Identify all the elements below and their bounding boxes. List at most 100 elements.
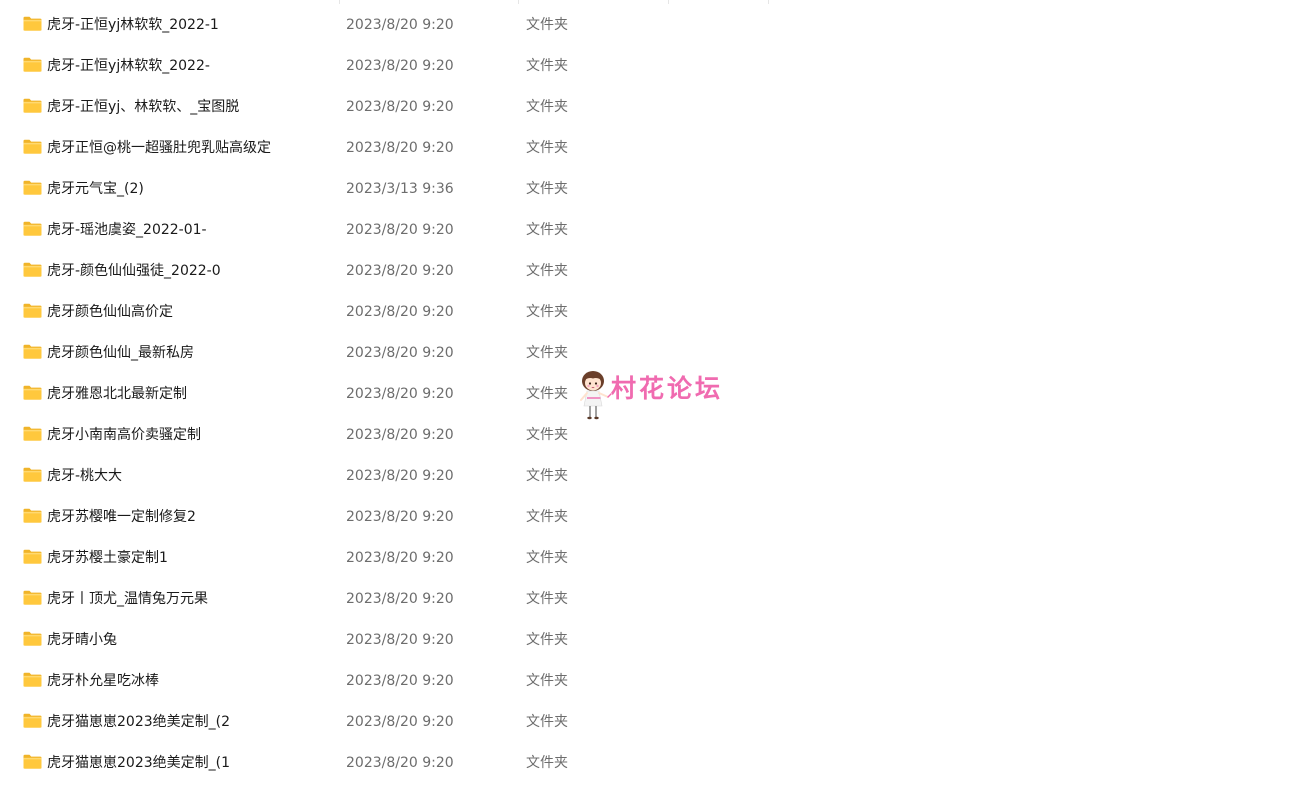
file-name: 虎牙猫崽崽2023绝美定制_(2 <box>47 714 230 730</box>
file-name: 虎牙猫崽崽2023绝美定制_(1 <box>47 755 230 771</box>
file-type: 文件夹 <box>526 468 568 484</box>
file-row[interactable]: 虎牙-桃大大 2023/8/20 9:20 文件夹 <box>0 456 1309 497</box>
file-name: 虎牙-正恒yj、林软软、_宝图脱 <box>47 99 240 115</box>
file-name: 虎牙-正恒yj林软软_2022-1 <box>47 17 219 33</box>
file-name: 虎牙-颜色仙仙强徒_2022-0 <box>47 263 221 279</box>
file-row[interactable]: 虎牙-正恒yj林软软_2022- 2023/8/20 9:20 文件夹 <box>0 46 1309 87</box>
file-row[interactable]: 虎牙颜色仙仙_最新私房 2023/8/20 9:20 文件夹 <box>0 333 1309 374</box>
file-row[interactable]: 虎牙猫崽崽2023绝美定制_(2 2023/8/20 9:20 文件夹 <box>0 702 1309 743</box>
watermark-text: 村花论坛 <box>611 374 724 403</box>
folder-icon <box>23 426 42 441</box>
file-name: 虎牙-瑶池虞姿_2022-01- <box>47 222 207 238</box>
file-name: 虎牙朴允星吃冰棒 <box>47 673 159 689</box>
file-type: 文件夹 <box>526 17 568 33</box>
file-modified-date: 2023/8/20 9:20 <box>346 509 454 525</box>
file-modified-date: 2023/8/20 9:20 <box>346 427 454 443</box>
file-modified-date: 2023/8/20 9:20 <box>346 17 454 33</box>
folder-icon <box>23 508 42 523</box>
folder-icon <box>23 344 42 359</box>
file-name: 虎牙-正恒yj林软软_2022- <box>47 58 210 74</box>
file-name: 虎牙丨顶尤_温情兔万元果 <box>47 591 208 607</box>
file-type: 文件夹 <box>526 222 568 238</box>
file-modified-date: 2023/8/20 9:20 <box>346 632 454 648</box>
file-modified-date: 2023/8/20 9:20 <box>346 386 454 402</box>
file-modified-date: 2023/8/20 9:20 <box>346 755 454 771</box>
folder-icon <box>23 590 42 605</box>
file-type: 文件夹 <box>526 673 568 689</box>
file-name: 虎牙小南南高价卖骚定制 <box>47 427 201 443</box>
folder-icon <box>23 303 42 318</box>
file-name: 虎牙苏樱唯一定制修复2 <box>47 509 196 525</box>
file-type: 文件夹 <box>526 140 568 156</box>
file-modified-date: 2023/8/20 9:20 <box>346 58 454 74</box>
file-modified-date: 2023/8/20 9:20 <box>346 345 454 361</box>
file-row[interactable]: 虎牙-瑶池虞姿_2022-01- 2023/8/20 9:20 文件夹 <box>0 210 1309 251</box>
file-row[interactable]: 虎牙丨顶尤_温情兔万元果 2023/8/20 9:20 文件夹 <box>0 579 1309 620</box>
folder-icon <box>23 672 42 687</box>
folder-icon <box>23 754 42 769</box>
file-row[interactable]: 虎牙-正恒yj林软软_2022-1 2023/8/20 9:20 文件夹 <box>0 5 1309 46</box>
file-type: 文件夹 <box>526 427 568 443</box>
file-type: 文件夹 <box>526 304 568 320</box>
file-name: 虎牙晴小兔 <box>47 632 117 648</box>
file-modified-date: 2023/8/20 9:20 <box>346 99 454 115</box>
folder-icon <box>23 631 42 646</box>
folder-icon <box>23 16 42 31</box>
folder-icon <box>23 98 42 113</box>
file-name: 虎牙苏樱土豪定制1 <box>47 550 168 566</box>
file-row[interactable]: 虎牙苏樱唯一定制修复2 2023/8/20 9:20 文件夹 <box>0 497 1309 538</box>
file-modified-date: 2023/8/20 9:20 <box>346 591 454 607</box>
file-type: 文件夹 <box>526 386 568 402</box>
file-type: 文件夹 <box>526 345 568 361</box>
file-type: 文件夹 <box>526 714 568 730</box>
file-modified-date: 2023/8/20 9:20 <box>346 304 454 320</box>
folder-icon <box>23 549 42 564</box>
column-divider <box>668 0 669 4</box>
file-name: 虎牙颜色仙仙_最新私房 <box>47 345 194 361</box>
file-row[interactable]: 虎牙-正恒yj、林软软、_宝图脱 2023/8/20 9:20 文件夹 <box>0 87 1309 128</box>
folder-icon <box>23 57 42 72</box>
column-divider <box>518 0 519 4</box>
file-modified-date: 2023/8/20 9:20 <box>346 468 454 484</box>
file-row[interactable]: 虎牙-颜色仙仙强徒_2022-0 2023/8/20 9:20 文件夹 <box>0 251 1309 292</box>
folder-icon <box>23 180 42 195</box>
file-type: 文件夹 <box>526 755 568 771</box>
file-name: 虎牙正恒@桃一超骚肚兜乳贴高级定 <box>47 140 271 156</box>
file-modified-date: 2023/8/20 9:20 <box>346 714 454 730</box>
folder-icon <box>23 262 42 277</box>
file-type: 文件夹 <box>526 550 568 566</box>
column-divider <box>768 0 769 4</box>
file-type: 文件夹 <box>526 632 568 648</box>
file-modified-date: 2023/8/20 9:20 <box>346 550 454 566</box>
folder-icon <box>23 713 42 728</box>
file-name: 虎牙元气宝_(2) <box>47 181 144 197</box>
folder-icon <box>23 467 42 482</box>
file-modified-date: 2023/8/20 9:20 <box>346 673 454 689</box>
file-modified-date: 2023/8/20 9:20 <box>346 140 454 156</box>
folder-icon <box>23 385 42 400</box>
file-type: 文件夹 <box>526 58 568 74</box>
file-row[interactable]: 虎牙晴小兔 2023/8/20 9:20 文件夹 <box>0 620 1309 661</box>
file-type: 文件夹 <box>526 263 568 279</box>
file-name: 虎牙颜色仙仙高价定 <box>47 304 173 320</box>
folder-icon <box>23 221 42 236</box>
file-type: 文件夹 <box>526 591 568 607</box>
file-type: 文件夹 <box>526 99 568 115</box>
file-modified-date: 2023/3/13 9:36 <box>346 181 454 197</box>
folder-icon <box>23 139 42 154</box>
watermark: 村花论坛 <box>578 370 738 422</box>
file-type: 文件夹 <box>526 181 568 197</box>
girl-mascot-icon <box>580 371 612 420</box>
file-row[interactable]: 虎牙朴允星吃冰棒 2023/8/20 9:20 文件夹 <box>0 661 1309 702</box>
file-name: 虎牙雅恩北北最新定制 <box>47 386 187 402</box>
file-modified-date: 2023/8/20 9:20 <box>346 222 454 238</box>
file-row[interactable]: 虎牙颜色仙仙高价定 2023/8/20 9:20 文件夹 <box>0 292 1309 333</box>
file-row[interactable]: 虎牙猫崽崽2023绝美定制_(1 2023/8/20 9:20 文件夹 <box>0 743 1309 784</box>
column-divider <box>339 0 340 4</box>
file-type: 文件夹 <box>526 509 568 525</box>
file-name: 虎牙-桃大大 <box>47 468 123 484</box>
file-row[interactable]: 虎牙苏樱土豪定制1 2023/8/20 9:20 文件夹 <box>0 538 1309 579</box>
file-modified-date: 2023/8/20 9:20 <box>346 263 454 279</box>
file-row[interactable]: 虎牙正恒@桃一超骚肚兜乳贴高级定 2023/8/20 9:20 文件夹 <box>0 128 1309 169</box>
file-row[interactable]: 虎牙元气宝_(2) 2023/3/13 9:36 文件夹 <box>0 169 1309 210</box>
